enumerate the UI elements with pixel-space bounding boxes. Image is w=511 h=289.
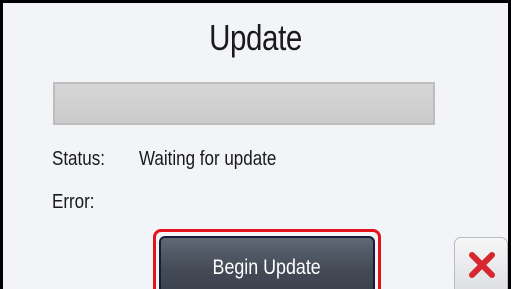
update-progress-bar	[53, 82, 435, 125]
begin-update-label: Begin Update	[212, 256, 322, 279]
status-label: Status:	[52, 148, 105, 170]
close-x-icon	[469, 252, 495, 278]
status-value: Waiting for update	[139, 148, 277, 170]
begin-update-button[interactable]: Begin Update	[159, 236, 375, 289]
close-button[interactable]	[454, 237, 508, 289]
dialog-title: Update	[209, 17, 302, 58]
update-dialog: Update Status: Waiting for update Error:…	[0, 0, 511, 289]
error-label: Error:	[52, 191, 95, 213]
